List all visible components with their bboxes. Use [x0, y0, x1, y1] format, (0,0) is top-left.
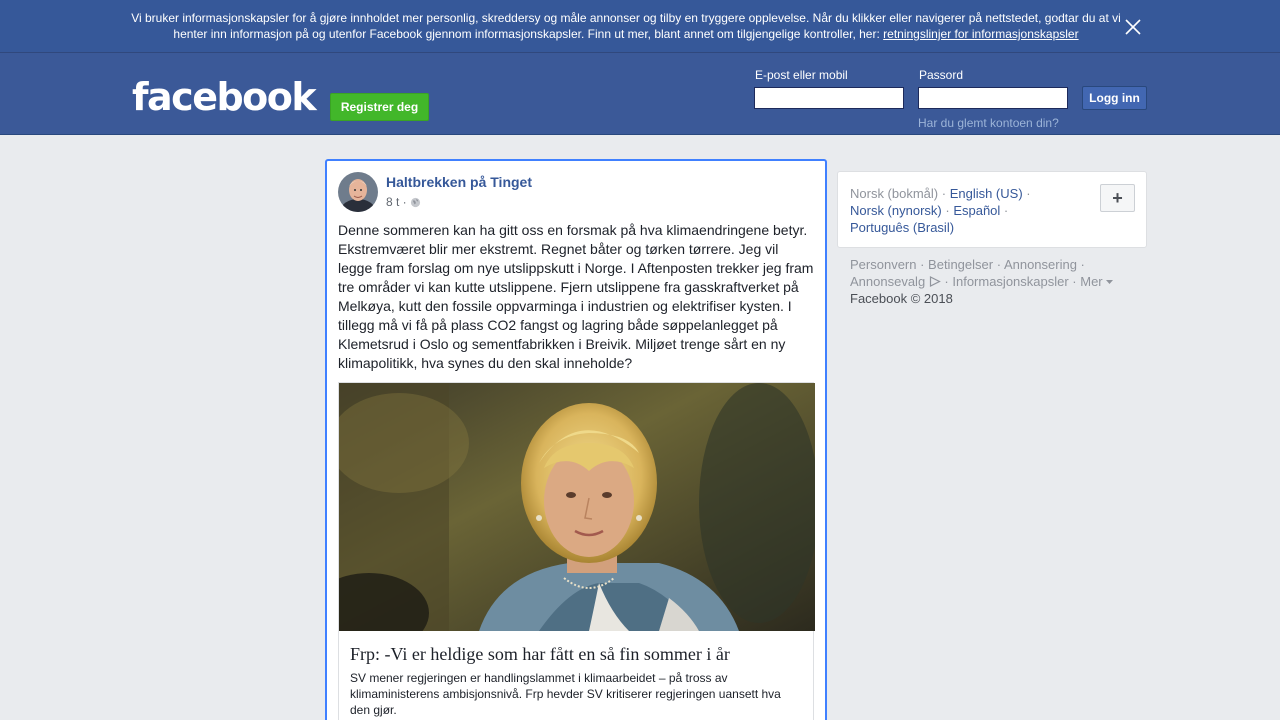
forgot-account-link[interactable]: Har du glemt kontoen din?	[918, 116, 1059, 130]
footer-link-annonsering[interactable]: Annonsering	[1004, 257, 1077, 272]
email-input[interactable]	[754, 87, 904, 109]
login-button[interactable]: Logg inn	[1082, 86, 1147, 110]
ad-choices-icon	[929, 276, 941, 287]
copyright-text: Facebook © 2018	[850, 291, 953, 306]
language-option-norsk-nynorsk[interactable]: Norsk (nynorsk)	[850, 203, 942, 218]
link-preview[interactable]: Frp: -Vi er heldige som har fått en så f…	[338, 382, 815, 720]
post-author-link[interactable]: Haltbrekken på Tinget	[386, 174, 532, 190]
add-language-button[interactable]: +	[1100, 184, 1135, 212]
close-icon[interactable]	[1122, 16, 1144, 38]
avatar[interactable]	[338, 172, 378, 212]
footer-link-informasjonskapsler[interactable]: Informasjonskapsler	[952, 274, 1068, 289]
language-list: Norsk (bokmål) · English (US) · Norsk (n…	[850, 186, 1031, 235]
cookie-banner-text-wrap: Vi bruker informasjonskapsler for å gjør…	[130, 10, 1122, 42]
footer-links: Personvern · Betingelser · Annonsering ·…	[850, 256, 1140, 307]
language-selector: Norsk (bokmål) · English (US) · Norsk (n…	[837, 171, 1147, 248]
password-input[interactable]	[918, 87, 1068, 109]
top-navigation-bar: facebook Registrer deg E-post eller mobi…	[0, 52, 1280, 135]
email-label: E-post eller mobil	[755, 68, 848, 82]
link-preview-description: SV mener regjeringen er handlingslammet …	[350, 671, 781, 717]
link-preview-title[interactable]: Frp: -Vi er heldige som har fått en så f…	[350, 643, 804, 665]
register-button[interactable]: Registrer deg	[330, 93, 429, 121]
language-option-espanol[interactable]: Español	[953, 203, 1000, 218]
footer-link-mer[interactable]: Mer	[1080, 274, 1102, 289]
post-meta: 8 t ·	[386, 195, 421, 209]
post-body-text: Denne sommeren kan ha gitt oss en forsma…	[338, 222, 814, 371]
language-option-portugues-brasil[interactable]: Português (Brasil)	[850, 220, 954, 235]
link-preview-image[interactable]	[339, 383, 815, 631]
footer-link-betingelser[interactable]: Betingelser	[928, 257, 993, 272]
facebook-logo[interactable]: facebook	[132, 75, 317, 119]
language-current: Norsk (bokmål)	[850, 186, 939, 201]
globe-icon	[410, 197, 420, 207]
footer-link-personvern[interactable]: Personvern	[850, 257, 916, 272]
caret-down-icon[interactable]	[1106, 280, 1114, 285]
post-timestamp[interactable]: 8 t ·	[386, 195, 407, 209]
footer-link-annonsevalg[interactable]: Annonsevalg	[850, 274, 925, 289]
cookie-banner: Vi bruker informasjonskapsler for å gjør…	[0, 0, 1280, 52]
post-card: Haltbrekken på Tinget 8 t · Denne sommer…	[325, 159, 827, 720]
password-label: Passord	[919, 68, 964, 82]
language-option-english-us[interactable]: English (US)	[950, 186, 1023, 201]
cookie-policy-link[interactable]: retningslinjer for informasjonskapsler	[883, 27, 1078, 41]
